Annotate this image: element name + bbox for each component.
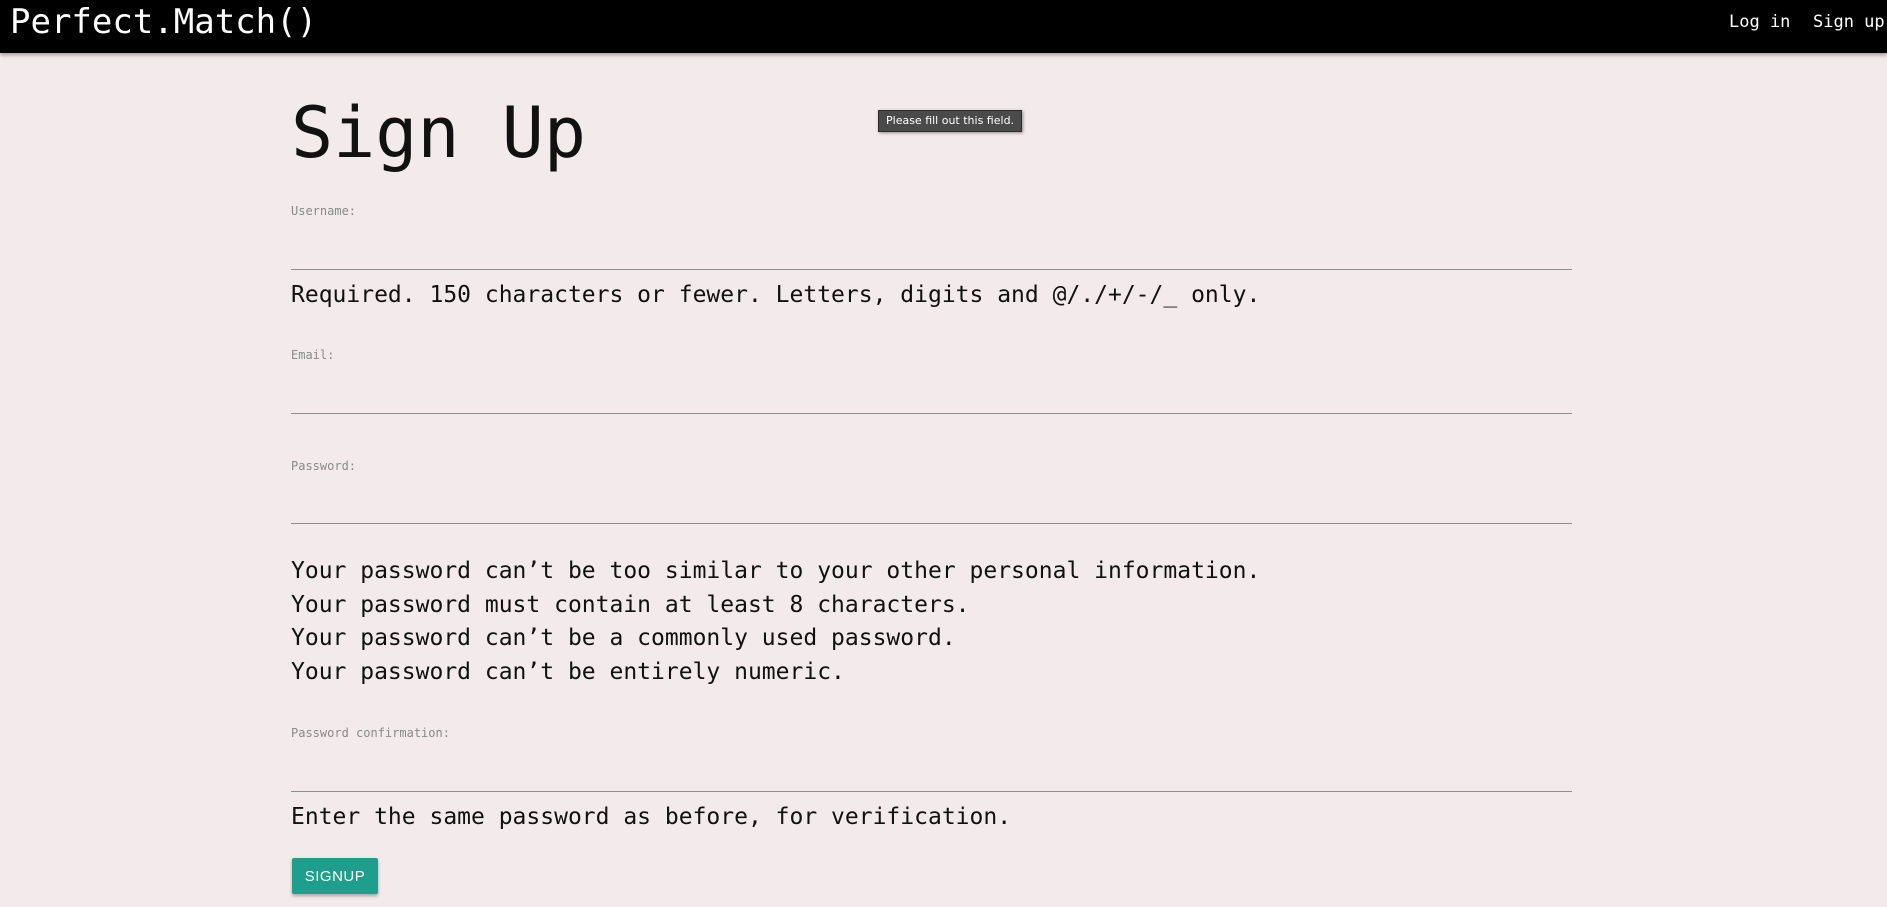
password-rule: Your password must contain at least 8 ch… [291,591,970,618]
password-rules-list: Your password can’t be too similar to yo… [291,555,1260,689]
email-input[interactable] [291,383,1572,414]
username-input[interactable] [291,239,1572,270]
password-label: Password: [291,459,357,473]
validation-tooltip: Please fill out this field. [878,110,1023,132]
page-title: Sign Up [291,92,587,174]
password-confirmation-label: Password confirmation: [291,726,450,740]
password-confirmation-help-text: Enter the same password as before, for v… [291,804,1012,830]
nav-login-link[interactable]: Log in [1729,11,1790,33]
password-rule: Your password can’t be a commonly used p… [291,625,956,651]
password-rule: Your password can’t be too similar to yo… [291,558,1261,584]
password-confirmation-input[interactable] [291,761,1572,792]
email-label: Email: [291,348,335,362]
password-rule: Your password can’t be entirely numeric. [291,658,845,685]
username-label: Username: [291,204,357,218]
brand-logo-link[interactable]: Perfect.Match() [10,2,317,42]
password-input[interactable] [291,493,1572,524]
signup-button[interactable]: SIGNUP [292,858,378,894]
navbar: Perfect.Match() Log in Sign up [0,0,1887,53]
username-help-text: Required. 150 characters or fewer. Lette… [291,282,1261,308]
nav-signup-link[interactable]: Sign up [1813,11,1885,33]
